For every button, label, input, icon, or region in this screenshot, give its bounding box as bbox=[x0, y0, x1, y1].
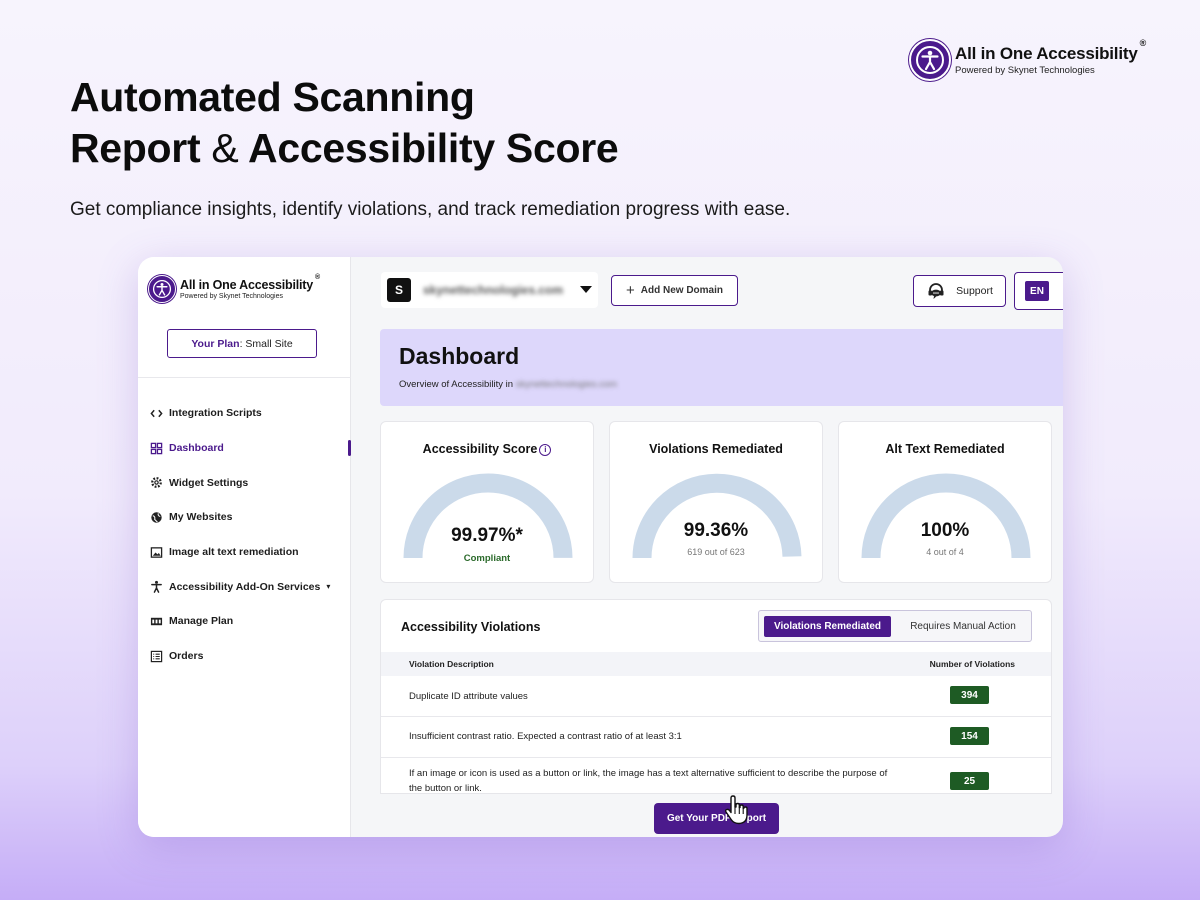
chevron-down-icon[interactable]: ▾ bbox=[326, 582, 330, 591]
sidebar-item-label: Dashboard bbox=[169, 442, 224, 455]
table-row[interactable]: Insufficient contrast ratio. Expected a … bbox=[381, 717, 1051, 758]
column-header-description[interactable]: Violation Description bbox=[409, 659, 494, 669]
score-gauge bbox=[403, 473, 573, 559]
sidebar-brand-tagline: Powered by Skynet Technologies bbox=[180, 293, 283, 300]
sidebar-item-label: Image alt text remediation bbox=[169, 546, 299, 559]
hero-subtitle: Get compliance insights, identify violat… bbox=[70, 199, 791, 220]
hand-cursor-icon bbox=[724, 795, 748, 825]
hero-title: Automated Scanning Report & Accessibilit… bbox=[70, 74, 619, 171]
sidebar-brand-name: All in One Accessibility ® bbox=[180, 274, 320, 292]
row-description: If an image or icon is used as a button … bbox=[409, 768, 888, 794]
language-button[interactable]: EN bbox=[1014, 272, 1063, 310]
plus-icon: + bbox=[626, 282, 635, 299]
stat-value: 100% bbox=[920, 520, 970, 541]
row-description: Duplicate ID attribute values bbox=[409, 691, 528, 702]
dashboard-banner: Dashboard Overview of Accessibility in s… bbox=[380, 329, 1063, 406]
violations-tabs: Violations Remediated Requires Manual Ac… bbox=[758, 610, 1032, 642]
sidebar-item-label: My Websites bbox=[169, 511, 233, 524]
add-domain-label: Add New Domain bbox=[640, 285, 723, 296]
domain-name: skynettechnologies.com bbox=[423, 283, 564, 297]
plan-button[interactable]: Your Plan: Small Site bbox=[167, 329, 317, 358]
language-label: EN bbox=[1025, 281, 1049, 301]
app-window: All in One Accessibility ® Powered by Sky… bbox=[138, 257, 1063, 837]
count-badge: 25 bbox=[950, 772, 989, 790]
plan-icon bbox=[149, 614, 163, 628]
sidebar-item-label: Integration Scripts bbox=[169, 407, 262, 420]
sidebar-item-label: Manage Plan bbox=[169, 615, 234, 628]
sidebar-divider bbox=[138, 377, 351, 378]
sidebar-item-manage-plan[interactable]: Manage Plan bbox=[138, 604, 351, 639]
globe-icon bbox=[149, 510, 163, 524]
stat-value: 99.97%* bbox=[451, 525, 523, 546]
violations-panel: Accessibility Violations Violations Reme… bbox=[380, 599, 1052, 794]
image-icon bbox=[149, 545, 163, 559]
code-icon bbox=[149, 406, 163, 420]
sidebar-item-integration-scripts[interactable]: Integration Scripts bbox=[138, 396, 351, 431]
accessibility-logo-icon bbox=[148, 275, 176, 303]
support-button[interactable]: Support bbox=[913, 275, 1006, 307]
pdf-report-button[interactable]: Get Your PDF Report bbox=[654, 803, 779, 834]
stat-label: Violations Remediated bbox=[649, 442, 783, 456]
person-icon bbox=[149, 580, 163, 594]
table-row[interactable]: If an image or icon is used as a button … bbox=[381, 758, 1051, 794]
sidebar-item-my-websites[interactable]: My Websites bbox=[138, 500, 351, 535]
count-badge: 394 bbox=[950, 686, 989, 704]
domain-avatar: S bbox=[387, 278, 411, 302]
add-domain-button[interactable]: + Add New Domain bbox=[611, 275, 738, 306]
violations-title: Accessibility Violations bbox=[401, 620, 541, 634]
page-subtitle: Overview of Accessibility in skynettechn… bbox=[399, 379, 618, 390]
brand-tagline: Powered by Skynet Technologies bbox=[955, 65, 1095, 76]
sidebar-item-orders[interactable]: Orders bbox=[138, 639, 351, 674]
accessibility-score-card: Accessibility Score i 99.97%* Compliant bbox=[380, 421, 594, 583]
plan-label: Your Plan bbox=[191, 337, 240, 350]
stat-note: Compliant bbox=[463, 553, 511, 564]
caret-down-icon bbox=[580, 286, 592, 293]
gear-icon bbox=[149, 476, 163, 490]
page-title: Dashboard bbox=[399, 343, 520, 369]
sidebar-item-label: Widget Settings bbox=[169, 476, 249, 489]
info-icon[interactable]: i bbox=[539, 444, 552, 456]
stat-label: Alt Text Remediated bbox=[885, 442, 1005, 456]
sidebar-item-widget-settings[interactable]: Widget Settings bbox=[138, 465, 351, 500]
count-badge: 154 bbox=[950, 727, 989, 745]
brand-header: All in One Accessibility ® Powered by Sky… bbox=[909, 38, 1147, 81]
accessibility-logo-icon bbox=[909, 39, 951, 81]
violations-remediated-card: Violations Remediated 99.36% 619 out of … bbox=[609, 421, 823, 583]
sidebar-item-image-alt-text[interactable]: Image alt text remediation bbox=[138, 535, 351, 570]
stat-note: 619 out of 623 bbox=[687, 547, 745, 557]
table-header: Violation Description Number of Violatio… bbox=[381, 652, 1051, 676]
tab-requires-manual-action[interactable]: Requires Manual Action bbox=[898, 616, 1028, 637]
alt-text-remediated-card: Alt Text Remediated 100% 4 out of 4 bbox=[838, 421, 1052, 583]
sidebar-item-label: Orders bbox=[169, 650, 204, 663]
row-description: Insufficient contrast ratio. Expected a … bbox=[409, 731, 682, 742]
tab-violations-remediated[interactable]: Violations Remediated bbox=[764, 616, 891, 637]
stat-value: 99.36% bbox=[683, 520, 749, 541]
list-icon bbox=[149, 649, 163, 663]
sidebar-item-add-on-services[interactable]: Accessibility Add-On Services ▾ bbox=[138, 569, 351, 604]
stat-label: Accessibility Score i bbox=[381, 442, 593, 456]
headset-icon bbox=[928, 283, 944, 299]
sidebar-item-dashboard[interactable]: Dashboard bbox=[138, 431, 351, 466]
stat-note: 4 out of 4 bbox=[926, 547, 964, 557]
domain-selector[interactable]: S skynettechnologies.com bbox=[381, 272, 598, 308]
sidebar: All in One Accessibility ® Powered by Sky… bbox=[138, 257, 351, 837]
sidebar-logo[interactable]: All in One Accessibility ® Powered by Sky… bbox=[148, 274, 320, 303]
sidebar-nav: Integration Scripts Dashboard Widget Set… bbox=[138, 396, 351, 674]
brand-name: All in One Accessibility ® bbox=[955, 38, 1147, 63]
table-row[interactable]: Duplicate ID attribute values 394 bbox=[381, 677, 1051, 717]
column-header-count[interactable]: Number of Violations bbox=[930, 659, 1015, 669]
grid-icon bbox=[149, 441, 163, 455]
plan-value: : Small Site bbox=[239, 337, 293, 350]
support-label: Support bbox=[956, 285, 993, 297]
sidebar-item-label: Accessibility Add-On Services bbox=[169, 580, 321, 593]
